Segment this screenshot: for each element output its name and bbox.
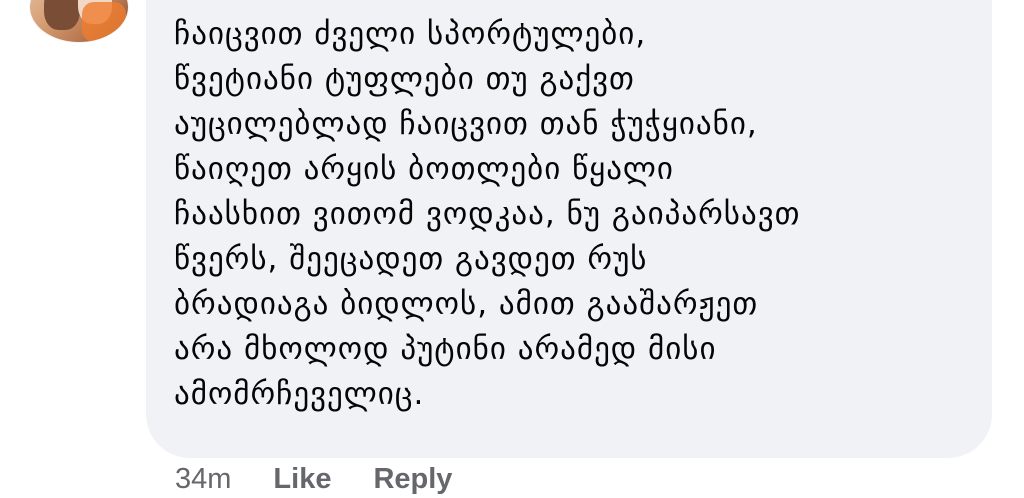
- comment-line: აუცილებლად ჩაიცვით თან ჭუჭყიანი,: [174, 106, 758, 142]
- reply-button[interactable]: Reply: [373, 463, 452, 496]
- comment-line: ჩაასხით ვითომ ვოდკაა, ნუ გაიპარსავთ: [174, 196, 801, 232]
- comment-line: წვეტიანი ტუფლები თუ გაქვთ: [174, 61, 635, 97]
- comment-line: ამომრჩეველიც.: [174, 376, 425, 412]
- comment-bubble: ჩაიცვით ძველი სპორტულები, წვეტიანი ტუფლე…: [146, 0, 992, 458]
- comment-line: წვერს, შეეცადეთ გავდეთ რუს: [174, 241, 648, 277]
- avatar-photo-part: [44, 0, 80, 30]
- comment-timestamp[interactable]: 34m: [175, 463, 231, 496]
- avatar-photo-part: [82, 2, 126, 42]
- comment-line: ბრადიაგა ბიდლოს, ამით გააშარჟეთ: [174, 286, 759, 322]
- comment-line: წაიღეთ არყის ბოთლები წყალი: [174, 151, 674, 187]
- comment-actions: 34m Like Reply: [175, 463, 494, 498]
- like-button[interactable]: Like: [273, 463, 331, 496]
- comment-text: ჩაიცვით ძველი სპორტულები, წვეტიანი ტუფლე…: [174, 12, 964, 417]
- comment-line: ჩაიცვით ძველი სპორტულები,: [174, 16, 647, 52]
- avatar[interactable]: [30, 0, 128, 42]
- comment-view: ჩაიცვით ძველი სპორტულები, წვეტიანი ტუფლე…: [0, 0, 1024, 498]
- comment-line: არა მხოლოდ პუტინი არამედ მისი: [174, 331, 717, 367]
